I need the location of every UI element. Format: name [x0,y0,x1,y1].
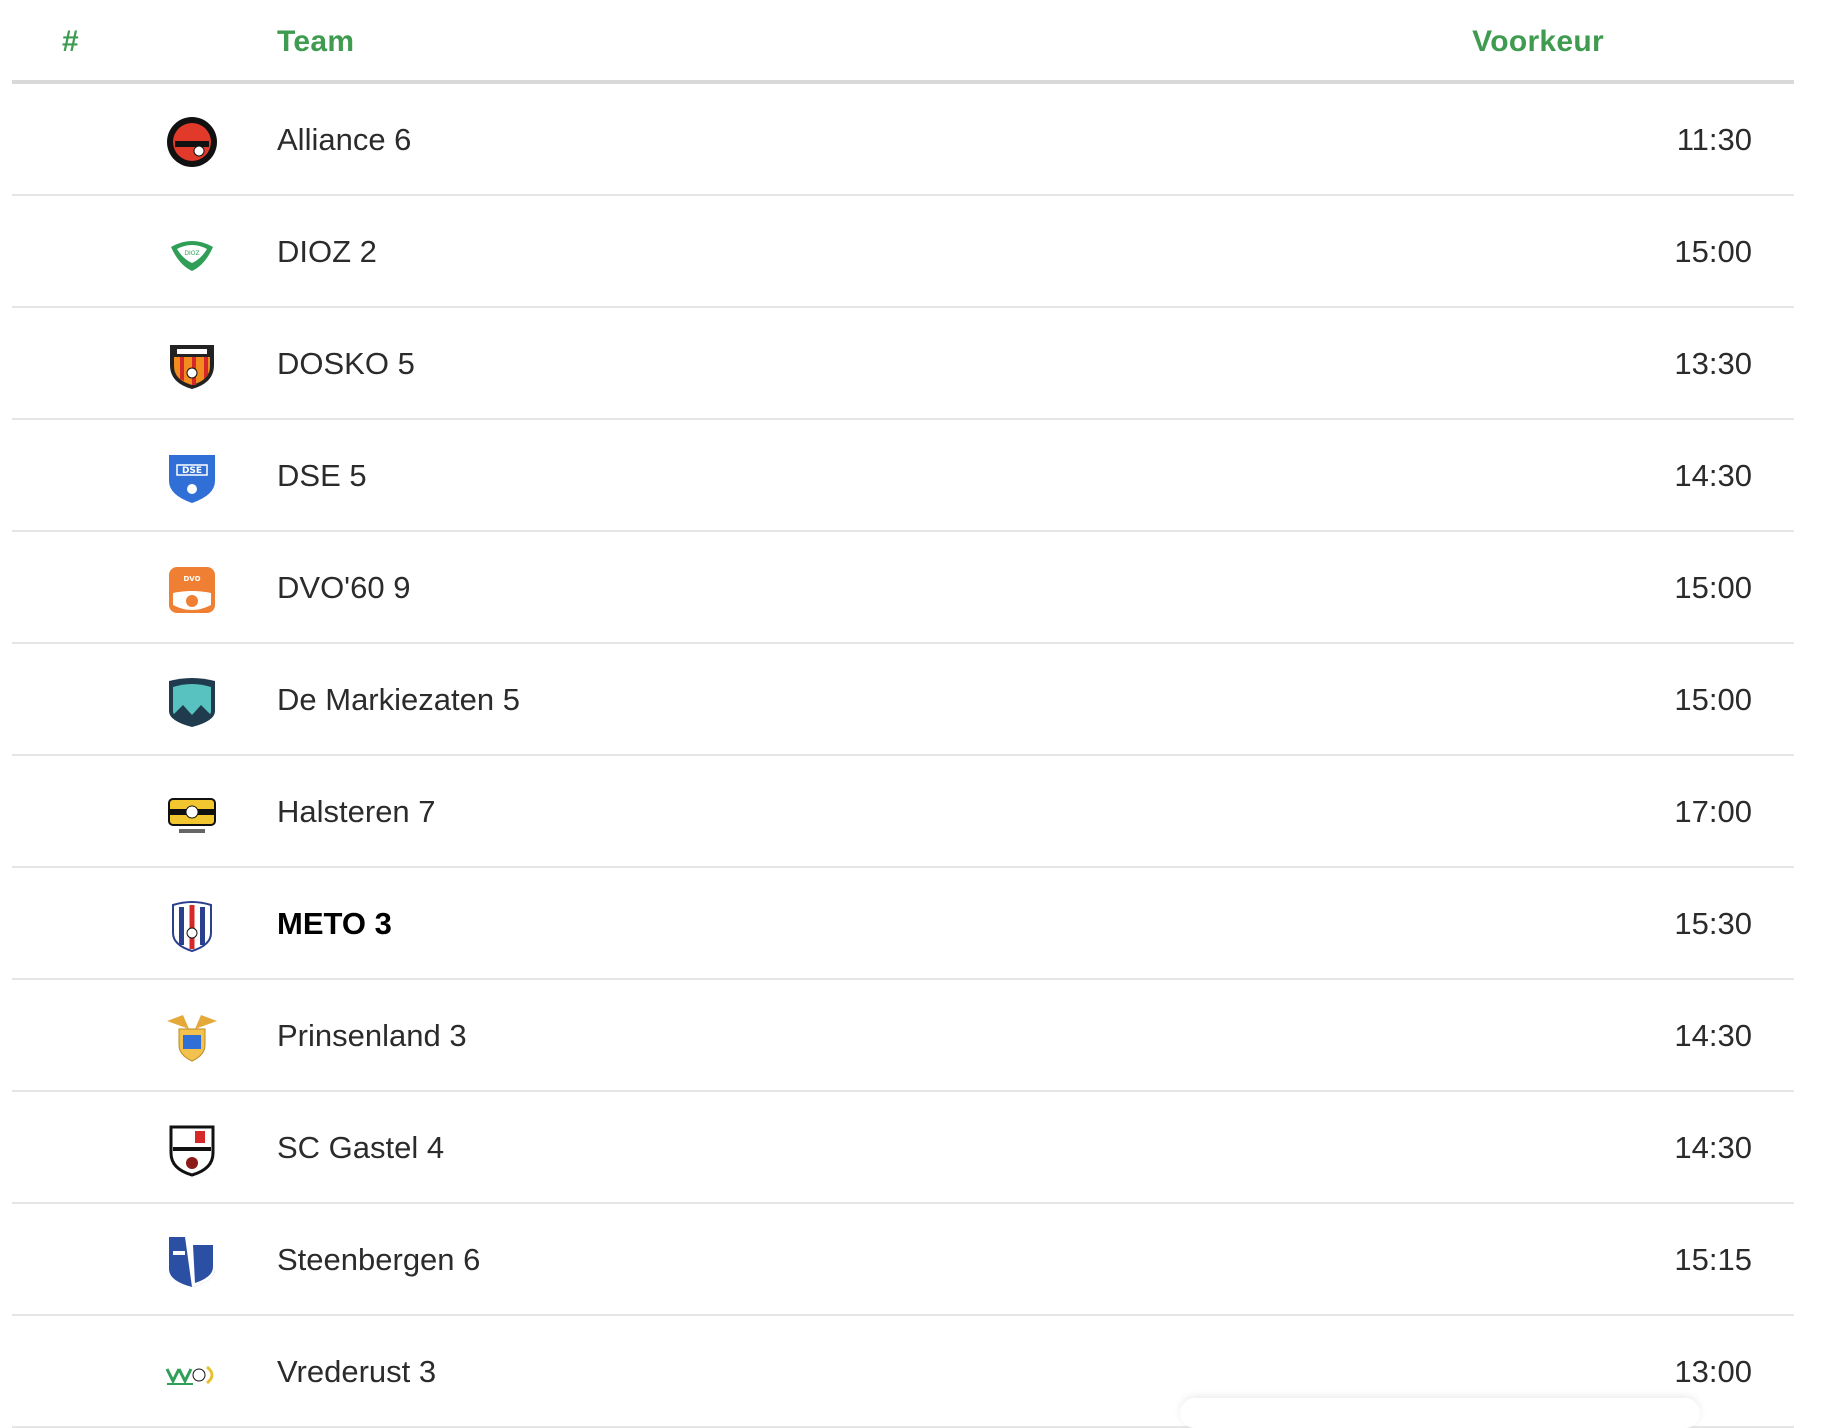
sc-gastel-logo-icon [165,1123,219,1177]
table-row[interactable]: DVO DVO'60 9 15:00 [12,532,1794,644]
table-row[interactable]: De Markiezaten 5 15:00 [12,644,1794,756]
dosko-logo-icon [165,339,219,393]
vrederust-logo-icon [165,1347,219,1401]
preferred-time: 14:30 [1674,1130,1752,1165]
table-row[interactable]: METO 3 15:30 [12,868,1794,980]
team-name[interactable]: DOSKO 5 [277,346,415,382]
prinsenland-logo-icon [165,1011,219,1065]
dvo60-logo-icon: DVO [165,563,219,617]
team-name[interactable]: Halsteren 7 [277,794,436,830]
svg-text:DIOZ: DIOZ [184,250,199,257]
table-row[interactable]: Prinsenland 3 14:30 [12,980,1794,1092]
svg-text:DVO: DVO [183,575,200,583]
preferred-time: 13:30 [1674,346,1752,381]
team-name[interactable]: DVO'60 9 [277,570,410,606]
table-row[interactable]: SC Gastel 4 14:30 [12,1092,1794,1204]
team-column-header[interactable]: Team [277,25,354,59]
team-name[interactable]: SC Gastel 4 [277,1130,444,1166]
preferred-time: 14:30 [1674,1018,1752,1053]
table-header: # Team Voorkeur [12,0,1794,84]
dioz-logo-icon: DIOZ [165,227,219,281]
table-row[interactable]: DSE DSE 5 14:30 [12,420,1794,532]
preferred-time: 17:00 [1674,794,1752,829]
markiezaten-logo-icon [165,675,219,729]
dse-logo-icon: DSE [165,451,219,505]
standings-table: # Team Voorkeur Alliance 6 11:30 DIOZ DI… [12,0,1794,1428]
preference-column-header[interactable]: Voorkeur [1472,25,1604,59]
table-row[interactable]: DIOZ DIOZ 2 15:00 [12,196,1794,308]
team-name[interactable]: Steenbergen 6 [277,1242,480,1278]
team-name[interactable]: Alliance 6 [277,122,411,158]
table-row[interactable]: Halsteren 7 17:00 [12,756,1794,868]
preferred-time: 15:00 [1674,570,1752,605]
table-row[interactable]: Alliance 6 11:30 [12,84,1794,196]
team-name[interactable]: METO 3 [277,906,392,942]
preferred-time: 15:00 [1674,234,1752,269]
steenbergen-logo-icon [165,1235,219,1289]
halsteren-logo-icon [165,787,219,841]
preferred-time: 15:00 [1674,682,1752,717]
preferred-time: 11:30 [1676,122,1752,157]
preferred-time: 13:00 [1674,1354,1752,1389]
svg-text:DSE: DSE [182,466,202,476]
preferred-time: 15:15 [1674,1242,1752,1277]
team-name[interactable]: Vrederust 3 [277,1354,436,1390]
floating-panel-edge [1180,1398,1700,1428]
preferred-time: 14:30 [1674,458,1752,493]
preferred-time: 15:30 [1674,906,1752,941]
team-name[interactable]: De Markiezaten 5 [277,682,520,718]
table-row[interactable]: DOSKO 5 13:30 [12,308,1794,420]
alliance-logo-icon [165,115,219,169]
team-name[interactable]: DIOZ 2 [277,234,377,270]
rank-column-header[interactable]: # [62,25,79,59]
team-name[interactable]: DSE 5 [277,458,367,494]
team-name[interactable]: Prinsenland 3 [277,1018,467,1054]
meto-logo-icon [165,899,219,953]
table-row[interactable]: Steenbergen 6 15:15 [12,1204,1794,1316]
